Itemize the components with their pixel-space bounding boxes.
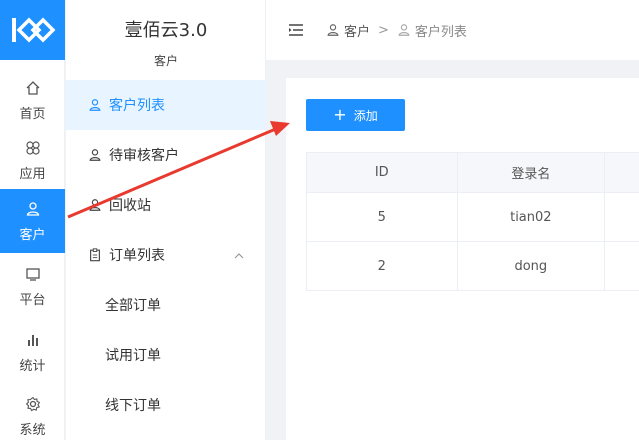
user-icon bbox=[397, 23, 411, 37]
icon-rail: 首页 应用 客户 平台 统计 系统 bbox=[0, 0, 65, 440]
app-window: 首页 应用 客户 平台 统计 系统 壹佰云3.0 客户 客户列表 待审核客户 回… bbox=[0, 0, 639, 440]
sidebar-item-trial-orders[interactable]: 试用订单 bbox=[66, 330, 266, 380]
sidebar-item-label: 试用订单 bbox=[105, 348, 161, 364]
sidebar-item-label: 待审核客户 bbox=[109, 148, 179, 164]
logo[interactable] bbox=[0, 0, 65, 60]
apps-icon bbox=[24, 139, 42, 157]
rail-item-label: 首页 bbox=[19, 106, 46, 122]
sidebar-item-offline-orders[interactable]: 线下订单 bbox=[66, 380, 266, 430]
app-title: 壹佰云3.0 bbox=[124, 20, 208, 41]
sidebar-item-pending-customers[interactable]: 待审核客户 bbox=[66, 130, 266, 180]
user-icon bbox=[24, 200, 42, 218]
rail-item-home[interactable]: 首页 bbox=[0, 68, 65, 132]
rail-item-label: 平台 bbox=[19, 292, 46, 308]
rail-item-label: 系统 bbox=[19, 422, 46, 438]
user-icon bbox=[87, 197, 103, 213]
rail-item-system[interactable]: 系统 bbox=[0, 384, 65, 440]
cell-more bbox=[605, 193, 639, 241]
monitor-icon bbox=[24, 265, 42, 283]
breadcrumb-label: 客户列表 bbox=[414, 24, 467, 40]
sidebar-item-label: 订单列表 bbox=[109, 248, 165, 264]
sidebar-item-label: 客户列表 bbox=[109, 98, 165, 114]
breadcrumb-item-customer-list: 客户列表 bbox=[397, 21, 467, 40]
user-icon bbox=[87, 147, 103, 163]
add-button[interactable]: + 添加 bbox=[306, 99, 405, 131]
sidebar-item-label: 线下订单 bbox=[105, 398, 161, 414]
cell-login: dong bbox=[458, 242, 606, 290]
content-card: + 添加 ID 登录名 5 tian02 2 dong bbox=[286, 78, 639, 440]
breadcrumb-separator: > bbox=[378, 22, 389, 38]
home-icon bbox=[24, 79, 42, 97]
breadcrumb-label: 客户 bbox=[344, 24, 371, 40]
rail-item-apps[interactable]: 应用 bbox=[0, 128, 65, 192]
cell-id: 2 bbox=[307, 242, 458, 290]
table-row[interactable]: 5 tian02 bbox=[307, 193, 639, 242]
clipboard-icon bbox=[87, 247, 103, 263]
rail-item-label: 统计 bbox=[19, 358, 46, 374]
column-header-more bbox=[605, 153, 639, 192]
logo-icon bbox=[11, 17, 55, 43]
sidebar-item-label: 回收站 bbox=[109, 198, 151, 214]
sidebar-item-customer-list[interactable]: 客户列表 bbox=[66, 80, 266, 130]
plus-icon: + bbox=[333, 105, 347, 124]
sidebar-item-all-orders[interactable]: 全部订单 bbox=[66, 280, 266, 330]
rail-item-label: 客户 bbox=[19, 227, 46, 243]
table-header-row: ID 登录名 bbox=[307, 153, 639, 193]
cell-login: tian02 bbox=[458, 193, 606, 241]
secondary-sidebar: 壹佰云3.0 客户 客户列表 待审核客户 回收站 订单列表 全部订单 试用订单 … bbox=[66, 0, 266, 440]
rail-item-label: 应用 bbox=[19, 166, 46, 182]
user-icon bbox=[326, 23, 340, 37]
top-header: 客户 > 客户列表 bbox=[266, 0, 639, 60]
column-header-id[interactable]: ID bbox=[307, 153, 458, 192]
breadcrumb-item-customers[interactable]: 客户 bbox=[326, 21, 370, 40]
rail-item-platform[interactable]: 平台 bbox=[0, 254, 65, 318]
chevron-up-icon bbox=[234, 248, 244, 264]
rail-item-stats[interactable]: 统计 bbox=[0, 320, 65, 384]
table-row[interactable]: 2 dong bbox=[307, 242, 639, 291]
menu-toggle-icon[interactable] bbox=[288, 23, 304, 37]
section-title: 客户 bbox=[153, 54, 178, 68]
sidebar-item-order-list[interactable]: 订单列表 bbox=[66, 230, 266, 280]
gear-icon bbox=[24, 395, 42, 413]
sidebar-item-label: 全部订单 bbox=[105, 298, 161, 314]
cell-more bbox=[605, 242, 639, 290]
column-header-login[interactable]: 登录名 bbox=[458, 153, 606, 192]
cell-id: 5 bbox=[307, 193, 458, 241]
customer-table: ID 登录名 5 tian02 2 dong bbox=[306, 152, 639, 291]
sidebar-item-recycle-bin[interactable]: 回收站 bbox=[66, 180, 266, 230]
add-button-label: 添加 bbox=[353, 108, 378, 123]
bar-chart-icon bbox=[24, 331, 42, 349]
user-icon bbox=[87, 97, 103, 113]
rail-item-customers[interactable]: 客户 bbox=[0, 189, 65, 253]
